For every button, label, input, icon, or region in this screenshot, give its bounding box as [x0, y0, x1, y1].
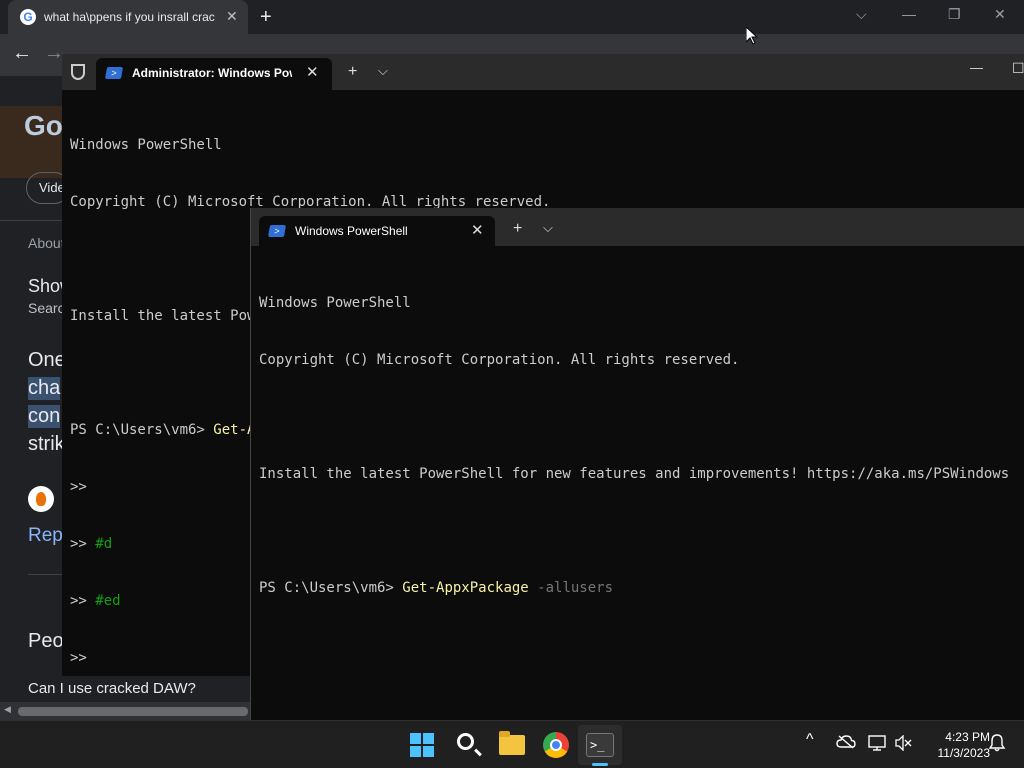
- comment-text: #d: [95, 536, 113, 552]
- browser-tab-title: what ha\ppens if you insrall crac: [44, 10, 215, 24]
- chrome-icon[interactable]: [540, 729, 572, 761]
- prompt-line: PS C:\Users\vm6> Get-AppxPackage -alluse…: [259, 579, 1009, 598]
- snippet-line-4: strik: [28, 433, 65, 455]
- prompt: PS C:\Users\vm6>: [259, 580, 403, 596]
- shield-icon: [71, 64, 85, 80]
- google-favicon-icon: G: [20, 9, 36, 25]
- logo-text: Go: [24, 110, 63, 141]
- divider: [28, 574, 62, 575]
- user-terminal-titlebar: > Windows PowerShell ✕ + ⌵: [251, 208, 1024, 246]
- command-text: Get-AppxPackage: [402, 580, 529, 596]
- scroll-left-icon[interactable]: ◀: [4, 704, 11, 715]
- admin-terminal-tab[interactable]: > Administrator: Windows Powe ✕: [96, 58, 332, 90]
- people-also-ask-heading: Peo: [28, 630, 64, 652]
- user-tab-dropdown-icon[interactable]: ⌵: [543, 220, 553, 236]
- videos-chip-label: Vide: [39, 180, 65, 195]
- forward-arrow-icon[interactable]: →: [44, 42, 64, 65]
- browser-close-button[interactable]: ✕: [994, 6, 1006, 23]
- taskbar: >_ ^ 4:23 PM 11/3/2023: [0, 720, 1024, 768]
- user-terminal-tab[interactable]: > Windows PowerShell ✕: [259, 216, 495, 246]
- output-line: Windows PowerShell: [259, 295, 411, 311]
- output-line: Copyright (C) Microsoft Corporation. All…: [259, 352, 740, 368]
- comment-text: #ed: [95, 593, 121, 609]
- volume-muted-icon[interactable]: [894, 734, 912, 755]
- back-arrow-icon[interactable]: ←: [12, 42, 32, 65]
- admin-tab-dropdown-icon[interactable]: ⌵: [378, 63, 388, 79]
- powershell-icon: >: [104, 67, 124, 79]
- site-favicon-icon[interactable]: [28, 486, 54, 512]
- notification-icon[interactable]: [988, 734, 1006, 756]
- admin-new-tab-button[interactable]: +: [348, 63, 357, 81]
- admin-tab-close-icon[interactable]: ✕: [306, 63, 319, 81]
- output-line: Install the latest PowerShell for new fe…: [259, 466, 1010, 482]
- browser-minimize-button[interactable]: —: [902, 6, 916, 22]
- search-instead-text[interactable]: Searc: [28, 300, 65, 316]
- mouse-cursor-icon: [745, 25, 759, 45]
- snippet-highlight-1: cha: [28, 377, 61, 400]
- output-line: Windows PowerShell: [70, 137, 222, 153]
- browser-restore-button[interactable]: ❐: [948, 6, 961, 23]
- start-icon[interactable]: [406, 729, 438, 761]
- user-terminal-tab-title: Windows PowerShell: [295, 224, 408, 238]
- scrollbar-thumb[interactable]: [18, 707, 248, 716]
- onedrive-offline-icon[interactable]: [836, 735, 856, 753]
- terminal-icon[interactable]: >_: [584, 729, 616, 761]
- user-terminal-output[interactable]: Windows PowerShell Copyright (C) Microso…: [259, 256, 1009, 636]
- user-tab-close-icon[interactable]: ✕: [471, 221, 484, 239]
- taskbar-clock[interactable]: 4:23 PM 11/3/2023: [918, 729, 991, 761]
- admin-maximize-button[interactable]: ☐: [1012, 60, 1024, 77]
- browser-tab-search-icon[interactable]: ⌵: [856, 6, 867, 23]
- continuation-prompt: >>: [70, 536, 96, 552]
- prompt: PS C:\Users\vm6>: [70, 422, 214, 438]
- clock-date: 11/3/2023: [937, 746, 991, 760]
- tray-overflow-chevron-icon[interactable]: ^: [806, 731, 814, 749]
- about-results-text: About: [28, 235, 65, 251]
- browser-tab-strip: G what ha\ppens if you insrall crac ✕ + …: [0, 0, 1024, 34]
- snippet-highlight-2: con: [28, 405, 61, 428]
- user-new-tab-button[interactable]: +: [513, 220, 522, 238]
- file-explorer-icon[interactable]: [496, 729, 528, 761]
- powershell-icon: >: [267, 225, 287, 237]
- continuation-prompt: >>: [70, 593, 96, 609]
- divider: [0, 220, 62, 221]
- snippet-line-1: One: [28, 349, 66, 371]
- user-terminal-window: > Windows PowerShell ✕ + ⌵ Windows Power…: [250, 208, 1024, 720]
- active-app-indicator: [592, 763, 608, 766]
- browser-tab[interactable]: G what ha\ppens if you insrall crac ✕: [8, 0, 248, 34]
- admin-terminal-titlebar: > Administrator: Windows Powe ✕ + ⌵ — ☐: [62, 54, 1024, 90]
- clock-time: 4:23 PM: [945, 730, 990, 744]
- network-icon[interactable]: [868, 735, 886, 755]
- google-doodle-logo[interactable]: Go: [0, 106, 63, 178]
- browser-tab-close-icon[interactable]: ✕: [226, 8, 238, 25]
- browser-new-tab-button[interactable]: +: [260, 6, 272, 29]
- admin-terminal-tab-title: Administrator: Windows Powe: [132, 66, 292, 80]
- result-link[interactable]: Rep: [28, 525, 63, 547]
- parameter-text: -allusers: [528, 580, 614, 596]
- search-icon[interactable]: [452, 729, 484, 761]
- admin-minimize-button[interactable]: —: [970, 60, 983, 75]
